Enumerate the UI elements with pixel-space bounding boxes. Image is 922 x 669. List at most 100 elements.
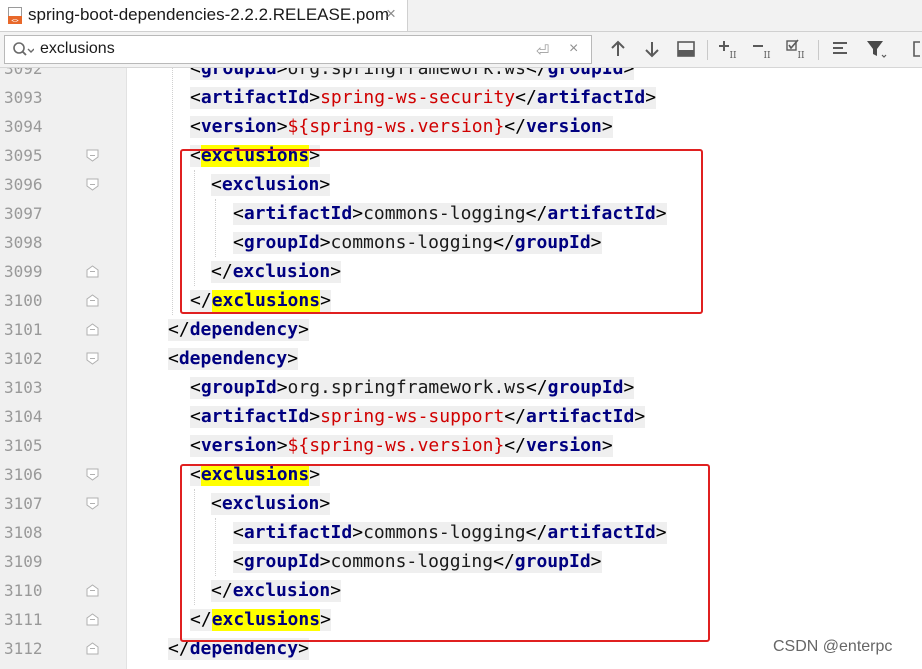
toolbar-separator: [818, 40, 819, 60]
xml-bracket: >: [623, 377, 635, 399]
xml-tag-name: version: [525, 116, 602, 138]
xml-bracket: </: [515, 87, 537, 109]
xml-tag-name: groupId: [200, 377, 277, 399]
fold-start-icon[interactable]: [86, 178, 99, 191]
fold-end-icon[interactable]: [86, 294, 99, 307]
line-number: 3104: [4, 407, 43, 426]
fold-start-icon[interactable]: [86, 149, 99, 162]
previous-occurrence-icon[interactable]: [607, 38, 629, 60]
svg-text:<>: <>: [11, 18, 19, 25]
xml-bracket: </: [525, 68, 548, 80]
remove-occurrence-icon[interactable]: II: [752, 38, 774, 60]
xml-bracket: </: [525, 377, 548, 399]
xml-tag-name: artifactId: [536, 87, 646, 109]
filter-icon[interactable]: [865, 38, 887, 60]
line-number: 3095: [4, 146, 43, 165]
fold-end-icon[interactable]: [86, 265, 99, 278]
line-number: 3101: [4, 320, 43, 339]
code-line[interactable]: <groupId>org.springframework.ws</groupId…: [190, 68, 635, 83]
xml-property-value: ${spring-ws.version}: [287, 116, 505, 138]
line-number: 3105: [4, 436, 43, 455]
select-all-occurrences-icon[interactable]: II: [786, 38, 808, 60]
line-number: 3093: [4, 88, 43, 107]
context-view-icon[interactable]: [675, 38, 697, 60]
xml-bracket: <: [168, 348, 179, 370]
xml-tag-name: groupId: [200, 68, 277, 80]
xml-property-value: spring-ws-support: [320, 406, 505, 428]
xml-tag-name: version: [525, 435, 602, 457]
fold-end-icon[interactable]: [86, 613, 99, 626]
xml-bracket: <: [190, 377, 201, 399]
fold-start-icon[interactable]: [86, 352, 99, 365]
line-number: 3096: [4, 175, 43, 194]
code-line[interactable]: <artifactId>spring-ws-support</artifactI…: [190, 402, 646, 431]
search-input[interactable]: exclusions: [40, 40, 520, 58]
xml-tag-name: version: [200, 435, 277, 457]
xml-bracket: >: [645, 87, 657, 109]
toolbar-separator: [707, 40, 708, 60]
xml-tag-name: version: [200, 116, 277, 138]
code-editor[interactable]: 3092 3093 3094 3095 3096 3097 3098 3099 3100 3101…: [0, 68, 922, 669]
xml-bracket: >: [309, 87, 321, 109]
line-number: 3109: [4, 552, 43, 571]
xml-bracket: <: [190, 87, 201, 109]
xml-file-icon: <>: [8, 7, 22, 24]
tab-close-icon[interactable]: ×: [386, 4, 396, 24]
xml-text-value: org.springframework.ws: [287, 68, 526, 80]
add-occurrence-icon[interactable]: II: [718, 38, 740, 60]
xml-bracket: </: [504, 435, 526, 457]
xml-tag-name: artifactId: [200, 87, 310, 109]
line-number: 3106: [4, 465, 43, 484]
line-number: 3094: [4, 117, 43, 136]
xml-bracket: </: [504, 406, 526, 428]
xml-bracket: >: [287, 348, 299, 370]
editor-tab[interactable]: <> spring-boot-dependencies-2.2.2.RELEAS…: [0, 0, 408, 31]
fold-end-icon[interactable]: [86, 584, 99, 597]
indent-guide: [172, 68, 173, 315]
line-number-gutter: 3092 3093 3094 3095 3096 3097 3098 3099 3100 3101…: [0, 68, 127, 669]
line-number: 3108: [4, 523, 43, 542]
next-occurrence-icon[interactable]: [641, 38, 663, 60]
search-icon[interactable]: [12, 41, 34, 59]
line-number: 3097: [4, 204, 43, 223]
xml-bracket: >: [276, 435, 288, 457]
code-line[interactable]: <version>${spring-ws.version}</version>: [190, 112, 613, 141]
line-number: 3100: [4, 291, 43, 310]
xml-bracket: </: [168, 319, 190, 341]
fold-start-icon[interactable]: [86, 497, 99, 510]
clear-search-icon[interactable]: ×: [569, 40, 578, 58]
editor-tab-bar: <> spring-boot-dependencies-2.2.2.RELEAS…: [0, 0, 922, 32]
filter-popup-icon[interactable]: [830, 38, 852, 60]
code-line[interactable]: </dependency>: [168, 315, 309, 344]
xml-bracket: >: [276, 68, 288, 80]
enter-icon[interactable]: ⏎: [536, 41, 549, 61]
code-line[interactable]: <dependency>: [168, 344, 299, 373]
xml-bracket: >: [309, 406, 321, 428]
xml-bracket: >: [623, 68, 635, 80]
xml-bracket: </: [504, 116, 526, 138]
xml-tag-name: artifactId: [525, 406, 635, 428]
xml-tag-name: groupId: [547, 68, 624, 80]
xml-tag-name: groupId: [547, 377, 624, 399]
code-line[interactable]: <version>${spring-ws.version}</version>: [190, 431, 613, 460]
code-line[interactable]: <artifactId>spring-ws-security</artifact…: [190, 83, 657, 112]
match-case-icon[interactable]: [906, 38, 922, 60]
line-number: 3099: [4, 262, 43, 281]
xml-bracket: <: [190, 116, 201, 138]
tab-title: spring-boot-dependencies-2.2.2.RELEASE.p…: [28, 5, 389, 24]
code-line[interactable]: <groupId>org.springframework.ws</groupId…: [190, 373, 635, 402]
xml-bracket: >: [601, 435, 613, 457]
search-field[interactable]: exclusions ⏎ ×: [4, 35, 592, 64]
fold-start-icon[interactable]: [86, 468, 99, 481]
line-number: 3098: [4, 233, 43, 252]
line-number: 3107: [4, 494, 43, 513]
fold-end-icon[interactable]: [86, 642, 99, 655]
line-number: 3103: [4, 378, 43, 397]
xml-bracket: <: [190, 68, 201, 80]
highlight-box-exclusions-2: [180, 464, 710, 642]
watermark: CSDN @enterpc: [773, 638, 893, 655]
line-number: 3110: [4, 581, 43, 600]
xml-bracket: >: [634, 406, 646, 428]
line-number: 3112: [4, 639, 43, 658]
fold-end-icon[interactable]: [86, 323, 99, 336]
